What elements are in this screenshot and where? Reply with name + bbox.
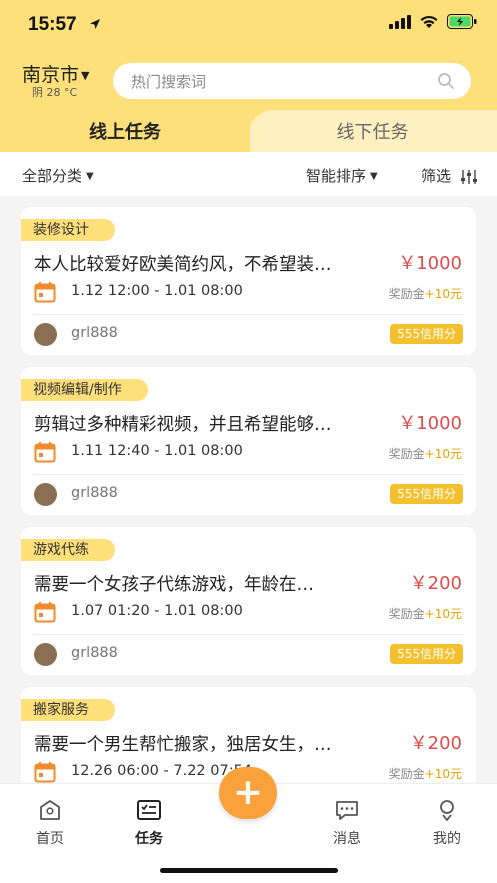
- battery-icon: [447, 14, 477, 29]
- task-title: 剪辑过多种精彩视频，并且希望能够…: [34, 415, 332, 435]
- bonus-value: +10元: [424, 447, 462, 461]
- avatar: [34, 323, 57, 346]
- calendar-icon: [34, 602, 56, 623]
- credit-badge: 555信用分: [390, 644, 463, 664]
- task-price: ￥200: [409, 733, 462, 754]
- user-name: grl888: [71, 485, 118, 501]
- header: 15:57 南京市 ▼ 阴 28 °C 热门搜索词 线下任务 线上任务: [0, 0, 497, 152]
- tabbar-mine-label: 我的: [433, 831, 461, 847]
- task-price: ￥1000: [398, 253, 462, 274]
- task-category: 游戏代练: [21, 539, 115, 561]
- card-divider: [34, 474, 464, 475]
- city-label: 南京市: [22, 64, 80, 86]
- chat-icon: [336, 801, 358, 820]
- search-placeholder: 热门搜索词: [131, 72, 207, 91]
- filter-category[interactable]: 全部分类 ▼: [22, 165, 94, 186]
- task-card[interactable]: 装修设计 本人比较爱好欧美简约风，不希望装… ￥1000 1.12 12:00 …: [21, 207, 476, 355]
- bonus-value: +10元: [424, 287, 462, 301]
- credit-badge: 555信用分: [390, 324, 463, 344]
- tabbar-home[interactable]: 首页: [20, 796, 80, 848]
- tabbar-tasks-label: 任务: [135, 831, 163, 847]
- chevron-down-icon: ▼: [370, 171, 378, 182]
- bonus-value: +10元: [424, 767, 462, 781]
- tabbar-tasks[interactable]: 任务: [119, 796, 179, 848]
- bonus-value: +10元: [424, 607, 462, 621]
- chevron-down-icon: ▼: [81, 69, 90, 82]
- weather-text: 阴 28 °C: [32, 86, 78, 99]
- card-divider: [34, 634, 464, 635]
- city-selector[interactable]: 南京市 ▼: [22, 60, 89, 87]
- user-icon: [440, 800, 454, 821]
- status-icons: [389, 14, 477, 29]
- avatar: [34, 483, 57, 506]
- task-time: 1.12 12:00 - 1.01 08:00: [71, 283, 243, 299]
- sliders-icon: [460, 169, 477, 184]
- status-bar: 15:57: [0, 0, 497, 48]
- search-icon: [438, 73, 454, 89]
- signal-icon: [389, 14, 411, 29]
- avatar: [34, 643, 57, 666]
- tabbar-home-label: 首页: [36, 831, 64, 847]
- bonus-label: 奖励金: [388, 287, 425, 301]
- user-name: grl888: [71, 325, 118, 341]
- filter-bar: 全部分类 ▼ 智能排序 ▼ 筛选: [0, 152, 497, 196]
- tabbar-messages-label: 消息: [333, 831, 361, 847]
- filter-sort[interactable]: 智能排序 ▼: [306, 165, 378, 186]
- task-title: 需要一个男生帮忙搬家，独居女生，…: [34, 735, 332, 755]
- home-indicator: [160, 868, 338, 873]
- task-card[interactable]: 游戏代练 需要一个女孩子代练游戏，年龄在… ￥200 1.07 01:20 - …: [21, 527, 476, 675]
- task-price: ￥200: [409, 573, 462, 594]
- task-time: 1.07 01:20 - 1.01 08:00: [71, 603, 243, 619]
- filter-screen-label: 筛选: [421, 167, 452, 185]
- filter-sort-label: 智能排序: [306, 167, 367, 185]
- task-bonus: 奖励金+10元: [389, 445, 462, 462]
- filter-screen[interactable]: 筛选: [421, 165, 478, 186]
- task-tabs: 线下任务 线上任务: [0, 110, 497, 152]
- add-task-button[interactable]: +: [219, 767, 277, 819]
- wifi-icon: [420, 15, 438, 28]
- task-time: 1.11 12:40 - 1.01 08:00: [71, 443, 243, 459]
- task-card[interactable]: 视频编辑/制作 剪辑过多种精彩视频，并且希望能够… ￥1000 1.11 12:…: [21, 367, 476, 515]
- tabbar-mine[interactable]: 我的: [417, 796, 477, 848]
- bonus-label: 奖励金: [388, 447, 425, 461]
- user-name: grl888: [71, 645, 118, 661]
- task-category: 装修设计: [21, 219, 115, 241]
- status-time: 15:57: [28, 14, 77, 35]
- task-list-icon: [137, 800, 161, 820]
- task-category: 搬家服务: [21, 699, 115, 721]
- home-icon: [40, 800, 60, 820]
- bonus-label: 奖励金: [388, 607, 425, 621]
- location-arrow-icon: [90, 19, 100, 29]
- chevron-down-icon: ▼: [86, 171, 94, 182]
- task-price: ￥1000: [398, 413, 462, 434]
- calendar-icon: [34, 282, 56, 303]
- task-bonus: 奖励金+10元: [389, 765, 462, 782]
- task-category: 视频编辑/制作: [21, 379, 148, 401]
- search-input[interactable]: 热门搜索词: [113, 63, 471, 99]
- tabbar-messages[interactable]: 消息: [317, 796, 377, 848]
- task-title: 需要一个女孩子代练游戏，年龄在…: [34, 575, 314, 595]
- card-divider: [34, 314, 464, 315]
- tab-offline[interactable]: 线下任务: [248, 110, 497, 152]
- calendar-icon: [34, 442, 56, 463]
- task-bonus: 奖励金+10元: [389, 285, 462, 302]
- task-bonus: 奖励金+10元: [389, 605, 462, 622]
- task-title: 本人比较爱好欧美简约风，不希望装…: [34, 255, 332, 275]
- filter-category-label: 全部分类: [22, 167, 83, 185]
- tab-online[interactable]: 线上任务: [0, 110, 250, 152]
- calendar-icon: [34, 762, 56, 783]
- credit-badge: 555信用分: [390, 484, 463, 504]
- bonus-label: 奖励金: [388, 767, 425, 781]
